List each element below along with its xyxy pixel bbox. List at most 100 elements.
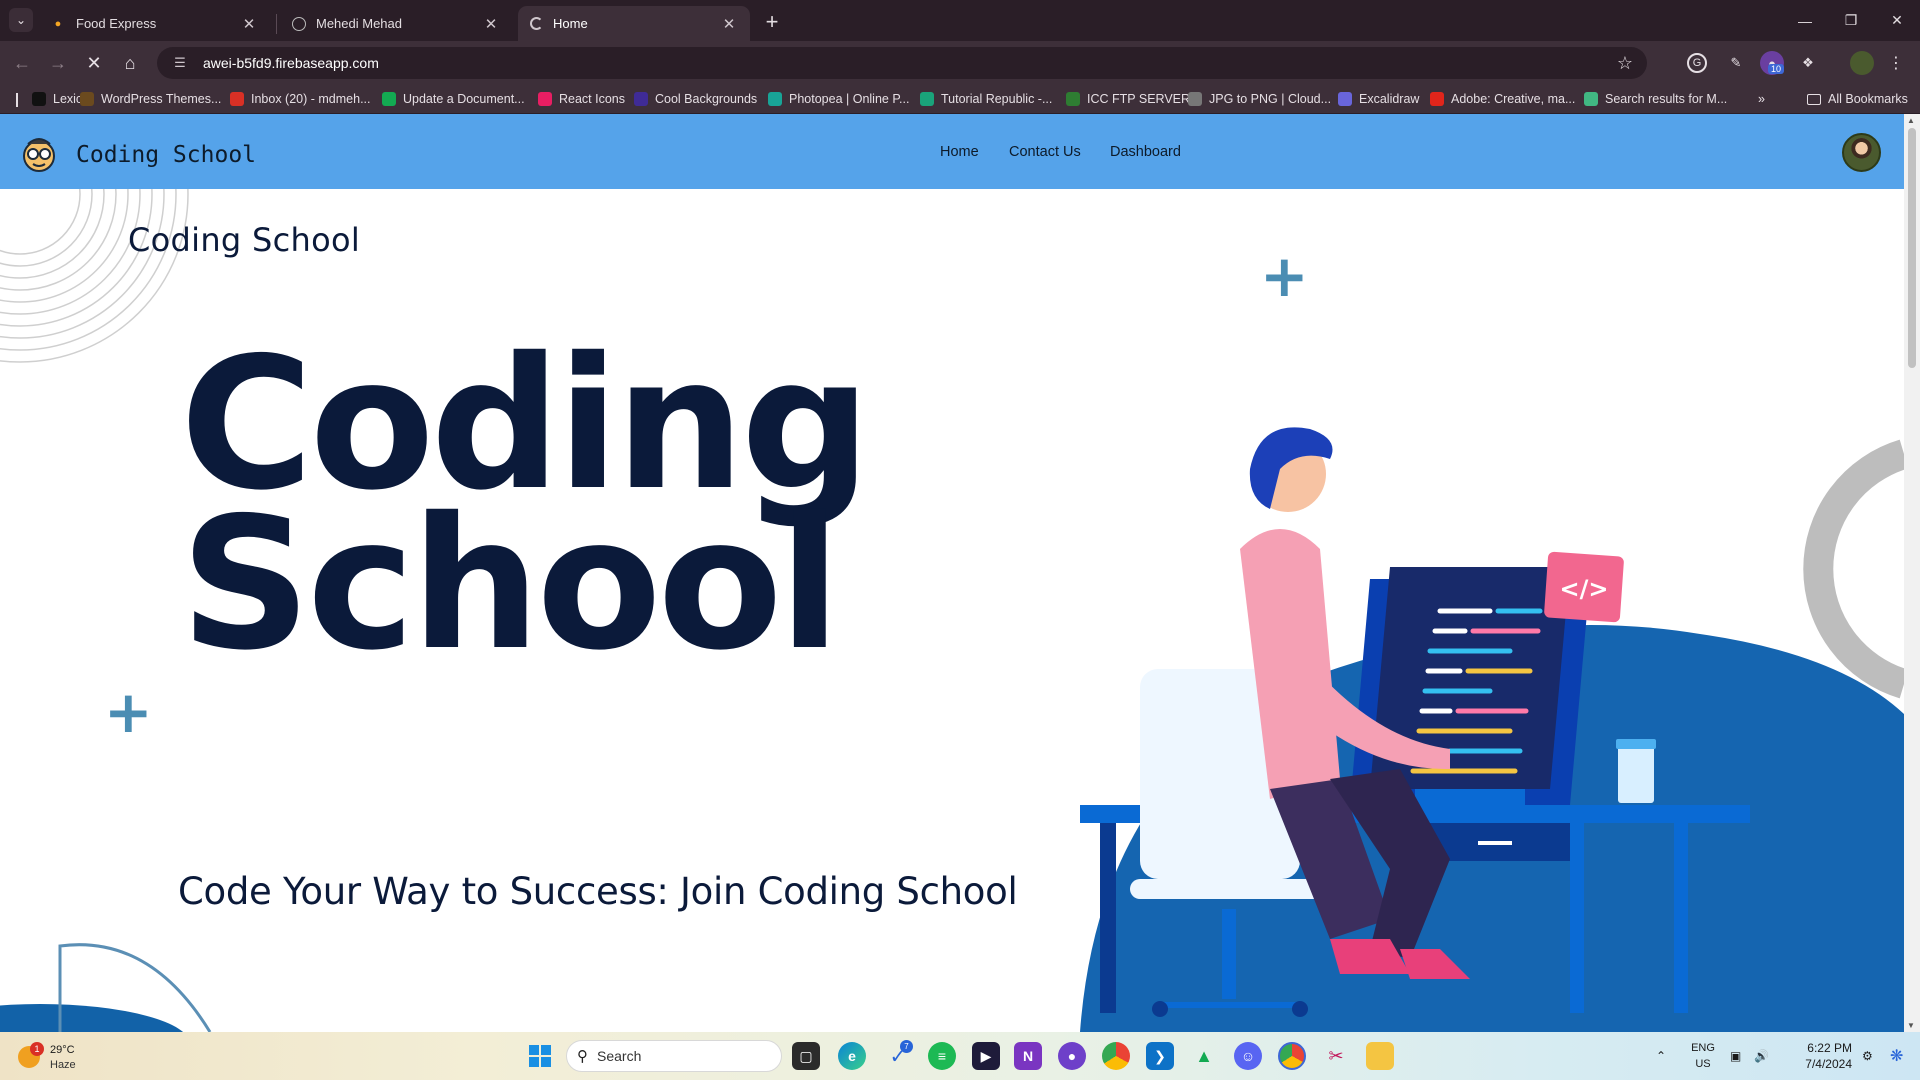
coding-school-logo[interactable] [18, 134, 60, 174]
close-window-button[interactable]: ✕ [1874, 0, 1920, 41]
loading-spinner-icon [530, 17, 543, 30]
bookmark-label: Update a Document... [403, 92, 525, 106]
bookmark-item[interactable]: Cool Backgrounds [634, 90, 757, 108]
bookmark-label: Search results for M... [1605, 92, 1728, 106]
tab-home[interactable]: Home ✕ [518, 6, 750, 41]
new-tab-button[interactable]: + [758, 8, 786, 36]
weather-condition: Haze [50, 1059, 76, 1071]
start-button[interactable] [526, 1042, 554, 1070]
drawer-handle [1478, 841, 1512, 845]
chrome-icon[interactable] [1102, 1042, 1130, 1070]
onenote-icon[interactable]: N [1014, 1042, 1042, 1070]
hero-tagline: Code Your Way to Success: Join Coding Sc… [178, 870, 1018, 913]
more-bookmarks-button[interactable]: » [1758, 90, 1765, 108]
spotify-icon[interactable]: ≡ [928, 1042, 956, 1070]
copilot-icon[interactable]: ❋ [1890, 1032, 1903, 1080]
nav-home-link[interactable]: Home [940, 144, 979, 160]
bookmark-item[interactable]: ICC FTP SERVER [1066, 90, 1190, 108]
scroll-up-icon[interactable]: ▲ [1907, 116, 1915, 125]
home-button[interactable]: ⌂ [116, 49, 144, 77]
tab-search-button[interactable]: ⌄ [9, 8, 33, 32]
notifications-icon[interactable]: ⚙ [1862, 1032, 1873, 1080]
minimize-button[interactable]: — [1782, 0, 1828, 41]
site-settings-icon[interactable]: ☰ [171, 54, 189, 72]
back-button[interactable]: ← [8, 49, 36, 77]
tab-title: Mehedi Mehad [316, 16, 402, 31]
bookmark-item[interactable]: Inbox (20) - mdmeh... [230, 90, 371, 108]
bookmark-item[interactable]: Update a Document... [382, 90, 525, 108]
bookmark-star-icon[interactable]: ☆ [1617, 53, 1633, 74]
brand-name[interactable]: Coding School [76, 142, 256, 168]
react-icons-icon [538, 92, 552, 106]
bookmark-divider [16, 93, 18, 107]
bookmark-label: Cool Backgrounds [655, 92, 758, 106]
todo-badge: 7 [900, 1040, 913, 1053]
url-text: awei-b5fd9.firebaseapp.com [203, 55, 379, 71]
page-viewport: Coding School Home Contact Us Dashboard … [0, 114, 1920, 1032]
restore-button[interactable]: ❐ [1828, 0, 1874, 41]
close-icon[interactable]: ✕ [482, 15, 500, 33]
mongodb-icon [382, 92, 396, 106]
premiere-icon[interactable]: ▶ [972, 1042, 1000, 1070]
chrome-profile-icon[interactable] [1278, 1042, 1306, 1070]
home-icon: ⌂ [124, 52, 136, 73]
taskbar-search[interactable]: ⚲ Search [566, 1040, 782, 1072]
file-explorer-icon[interactable] [1366, 1042, 1394, 1070]
minimize-icon: — [1798, 12, 1812, 29]
chair-post [1222, 909, 1236, 999]
pen-extension-icon[interactable]: ✎ [1724, 51, 1748, 75]
more-vertical-icon[interactable]: ⋮ [1884, 51, 1908, 75]
page-scrollbar[interactable]: ▲ ▼ [1904, 114, 1920, 1032]
adobe-icon [1430, 92, 1444, 106]
vue-icon [1584, 92, 1598, 106]
close-icon: ✕ [1891, 12, 1903, 28]
forward-button[interactable]: → [44, 49, 72, 77]
bookmark-item[interactable]: Tutorial Republic -... [920, 90, 1052, 108]
all-bookmarks-button[interactable]: All Bookmarks [1807, 90, 1908, 108]
profile-avatar[interactable] [1850, 51, 1874, 75]
address-bar[interactable]: ☰ awei-b5fd9.firebaseapp.com ☆ [157, 47, 1647, 79]
github-desktop-icon[interactable]: ● [1058, 1042, 1086, 1070]
system-clock[interactable]: 6:22 PM 7/4/2024 [1780, 1040, 1852, 1072]
stop-button[interactable]: ✕ [80, 49, 108, 77]
user-avatar[interactable] [1842, 133, 1881, 172]
tab-mehedi-mehad[interactable]: Mehedi Mehad ✕ [280, 6, 512, 41]
discord-icon[interactable]: ☺ [1234, 1042, 1262, 1070]
nav-contact-link[interactable]: Contact Us [1009, 144, 1081, 160]
scroll-thumb[interactable] [1908, 128, 1916, 368]
bookmark-label: React Icons [559, 92, 626, 106]
bookmark-item[interactable]: JPG to PNG | Cloud... [1188, 90, 1331, 108]
network-icon[interactable]: ▣ [1730, 1032, 1741, 1080]
volume-icon[interactable]: 🔊 [1754, 1032, 1769, 1080]
tab-food-express[interactable]: ● Food Express ✕ [38, 6, 270, 41]
bookmark-item[interactable]: Excalidraw [1338, 90, 1419, 108]
close-icon: ✕ [86, 52, 102, 73]
wordpress-icon [80, 92, 94, 106]
close-icon[interactable]: ✕ [720, 15, 738, 33]
bookmark-item[interactable]: WordPress Themes... [80, 90, 221, 108]
bookmark-item[interactable]: Photopea | Online P... [768, 90, 909, 108]
tab-divider [276, 14, 277, 34]
mongodb-compass-icon[interactable]: ▲ [1190, 1042, 1218, 1070]
tray-overflow-icon[interactable]: ⌃ [1656, 1032, 1666, 1080]
task-view-icon[interactable]: ▢ [792, 1042, 820, 1070]
bookmark-item[interactable]: React Icons [538, 90, 625, 108]
edge-icon[interactable]: e [838, 1042, 866, 1070]
bookmark-item[interactable]: Search results for M... [1584, 90, 1727, 108]
weather-temp: 29°C [50, 1044, 75, 1056]
grammarly-icon[interactable]: G [1687, 53, 1707, 73]
puzzle-icon[interactable]: ❖ [1796, 51, 1820, 75]
language-indicator[interactable]: ENG US [1688, 1040, 1718, 1072]
vscode-icon[interactable]: ❯ [1146, 1042, 1174, 1070]
scroll-down-icon[interactable]: ▼ [1907, 1021, 1915, 1030]
weather-widget[interactable]: 1 29°C Haze [16, 1040, 96, 1074]
nav-dashboard-link[interactable]: Dashboard [1110, 144, 1181, 160]
cloud-icon [1188, 92, 1202, 106]
snipping-tool-icon[interactable]: ✂ [1322, 1042, 1350, 1070]
arrow-left-icon: ← [13, 52, 31, 73]
monitor-stand [1415, 789, 1525, 805]
bookmark-item[interactable]: Adobe: Creative, ma... [1430, 90, 1575, 108]
bookmark-label: Tutorial Republic -... [941, 92, 1053, 106]
chair-wheel [1292, 1001, 1308, 1017]
close-icon[interactable]: ✕ [240, 15, 258, 33]
